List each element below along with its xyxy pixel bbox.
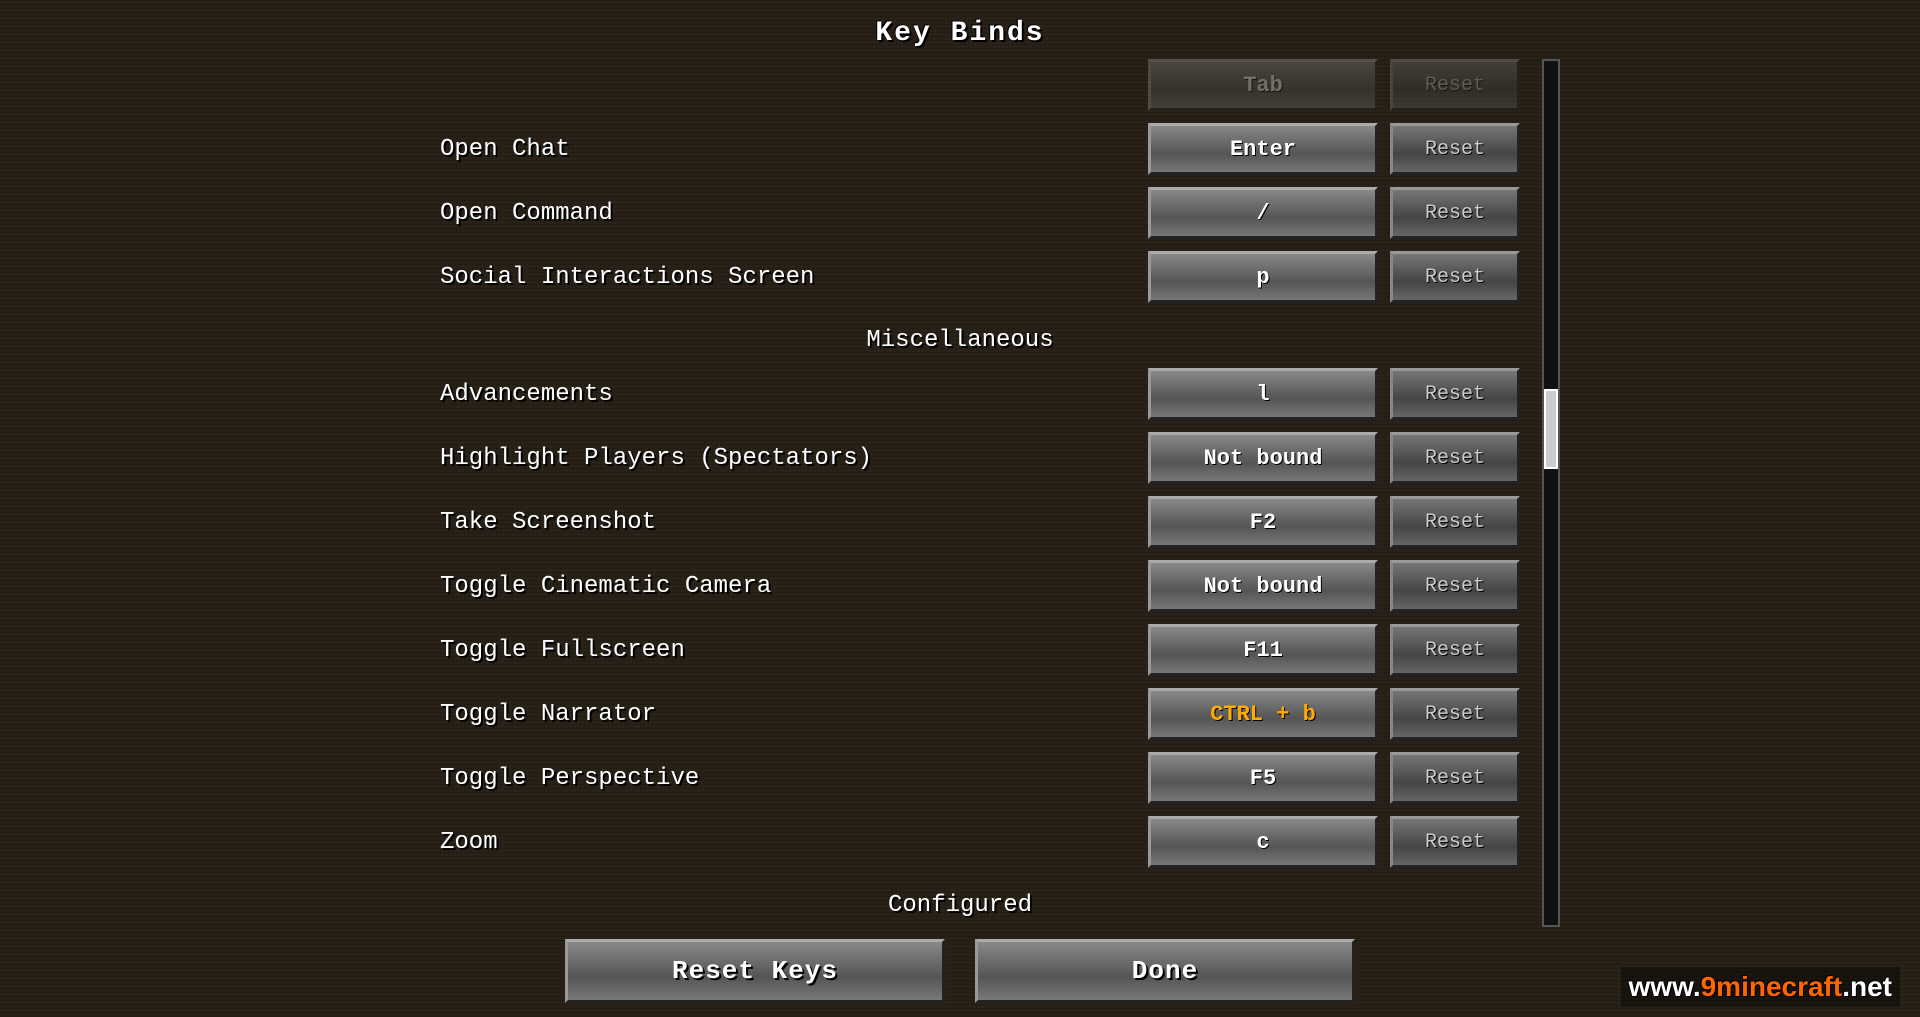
open-command-key-button[interactable]: /	[1148, 187, 1378, 239]
toggle-cinematic-label: Toggle Cinematic Camera	[360, 573, 1148, 600]
cutoff-key-button[interactable]: Tab	[1148, 59, 1378, 111]
row-toggle-fullscreen: Toggle Fullscreen F11 Reset	[360, 618, 1560, 682]
configured-section-header: Configured	[360, 874, 1560, 927]
done-button[interactable]: Done	[975, 939, 1355, 1003]
zoom-reset-button[interactable]: Reset	[1390, 816, 1520, 868]
highlight-players-key-button[interactable]: Not bound	[1148, 432, 1378, 484]
watermark-text: www.9minecraft.net	[1629, 971, 1892, 1002]
title-bar: Key Binds	[0, 0, 1920, 59]
scrollbar-thumb[interactable]	[1544, 389, 1558, 469]
reset-keys-button[interactable]: Reset Keys	[565, 939, 945, 1003]
row-advancements: Advancements l Reset	[360, 362, 1560, 426]
toggle-narrator-label: Toggle Narrator	[360, 701, 1148, 728]
keybinds-list: Tab Reset Open Chat Enter Reset Open Com…	[360, 59, 1560, 927]
open-command-label: Open Command	[360, 200, 1148, 227]
advancements-reset-button[interactable]: Reset	[1390, 368, 1520, 420]
take-screenshot-label: Take Screenshot	[360, 509, 1148, 536]
toggle-narrator-reset-button[interactable]: Reset	[1390, 688, 1520, 740]
watermark: www.9minecraft.net	[1621, 967, 1900, 1007]
row-toggle-cinematic: Toggle Cinematic Camera Not bound Reset	[360, 554, 1560, 618]
scrollbar[interactable]	[1542, 59, 1560, 927]
miscellaneous-header-text: Miscellaneous	[866, 327, 1053, 354]
take-screenshot-reset-button[interactable]: Reset	[1390, 496, 1520, 548]
configured-header-text: Configured	[888, 892, 1032, 919]
keybinds-screen: Key Binds Tab Reset Open Chat Enter Rese…	[0, 0, 1920, 1017]
page-title: Key Binds	[875, 18, 1044, 49]
highlight-players-label: Highlight Players (Spectators)	[360, 445, 1148, 472]
row-zoom: Zoom c Reset	[360, 810, 1560, 874]
cutoff-row: Tab Reset	[360, 59, 1560, 117]
social-interactions-reset-button[interactable]: Reset	[1390, 251, 1520, 303]
row-toggle-perspective: Toggle Perspective F5 Reset	[360, 746, 1560, 810]
toggle-perspective-key-button[interactable]: F5	[1148, 752, 1378, 804]
toggle-fullscreen-key-button[interactable]: F11	[1148, 624, 1378, 676]
highlight-players-reset-button[interactable]: Reset	[1390, 432, 1520, 484]
toggle-perspective-label: Toggle Perspective	[360, 765, 1148, 792]
row-take-screenshot: Take Screenshot F2 Reset	[360, 490, 1560, 554]
toggle-fullscreen-reset-button[interactable]: Reset	[1390, 624, 1520, 676]
open-chat-label: Open Chat	[360, 136, 1148, 163]
row-highlight-players: Highlight Players (Spectators) Not bound…	[360, 426, 1560, 490]
take-screenshot-key-button[interactable]: F2	[1148, 496, 1378, 548]
row-social-interactions: Social Interactions Screen p Reset	[360, 245, 1560, 309]
advancements-key-button[interactable]: l	[1148, 368, 1378, 420]
cutoff-reset-button[interactable]: Reset	[1390, 59, 1520, 111]
zoom-key-button[interactable]: c	[1148, 816, 1378, 868]
toggle-cinematic-key-button[interactable]: Not bound	[1148, 560, 1378, 612]
social-interactions-label: Social Interactions Screen	[360, 264, 1148, 291]
zoom-label: Zoom	[360, 829, 1148, 856]
open-chat-reset-button[interactable]: Reset	[1390, 123, 1520, 175]
bottom-bar: Reset Keys Done	[360, 927, 1560, 1017]
open-chat-key-button[interactable]: Enter	[1148, 123, 1378, 175]
open-command-reset-button[interactable]: Reset	[1390, 187, 1520, 239]
toggle-fullscreen-label: Toggle Fullscreen	[360, 637, 1148, 664]
row-open-chat: Open Chat Enter Reset	[360, 117, 1560, 181]
social-interactions-key-button[interactable]: p	[1148, 251, 1378, 303]
toggle-perspective-reset-button[interactable]: Reset	[1390, 752, 1520, 804]
toggle-narrator-key-button[interactable]: CTRL + b	[1148, 688, 1378, 740]
toggle-cinematic-reset-button[interactable]: Reset	[1390, 560, 1520, 612]
row-toggle-narrator: Toggle Narrator CTRL + b Reset	[360, 682, 1560, 746]
miscellaneous-section-header: Miscellaneous	[360, 309, 1560, 362]
row-open-command: Open Command / Reset	[360, 181, 1560, 245]
advancements-label: Advancements	[360, 381, 1148, 408]
